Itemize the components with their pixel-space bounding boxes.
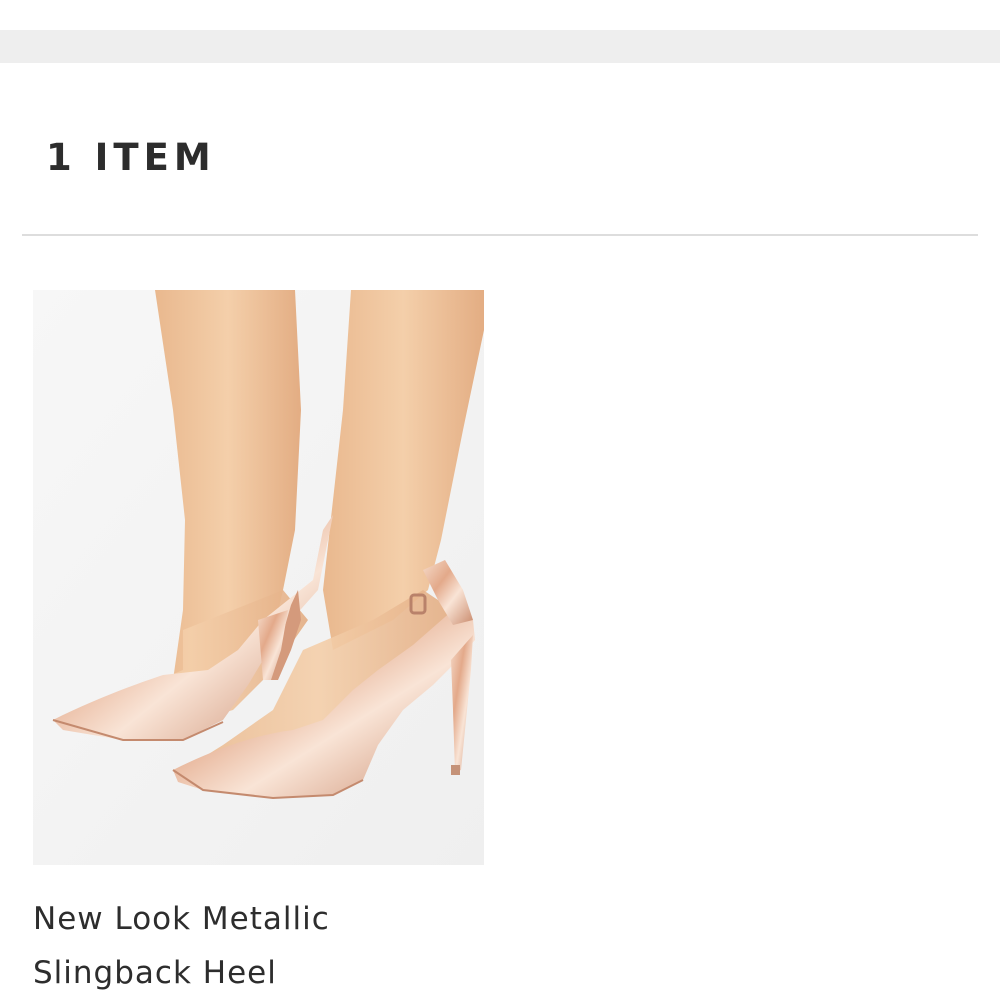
item-count-heading: 1 ITEM [46, 136, 216, 179]
product-image[interactable] [33, 290, 484, 865]
status-area [0, 0, 1000, 30]
top-toolbar [0, 30, 1000, 63]
divider [22, 234, 978, 236]
product-name-link[interactable]: New Look Metallic Slingback Heel [33, 892, 484, 1000]
product-card[interactable]: New Look Metallic Slingback Heel [33, 290, 484, 1000]
shoe-photo-icon [33, 290, 484, 865]
